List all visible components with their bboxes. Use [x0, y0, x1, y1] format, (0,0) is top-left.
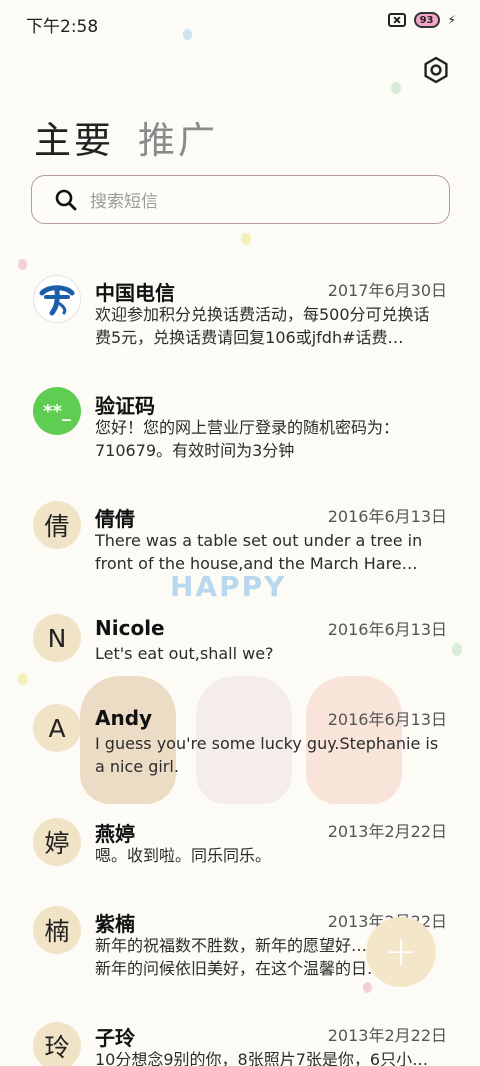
tab-bar: 主要 推广: [34, 110, 218, 164]
search-input[interactable]: 搜索短信: [31, 175, 450, 224]
no-sim-icon: [387, 13, 406, 27]
message-snippet: 新年的祝福数不胜数，新年的愿望好……新年的问候依旧美好，在这个温馨的日子里…: [95, 936, 384, 978]
tab-promotions[interactable]: 推广: [138, 110, 218, 164]
status-time: 下午2:58: [26, 17, 99, 37]
charging-icon: ⚡: [447, 13, 456, 27]
contact-name: 中国电信: [95, 281, 175, 305]
conversation-item[interactable]: 玲 子玲 2013年2月22日 10分想念9别的你，8张照片7张是你，6只小…: [0, 1014, 480, 1066]
compose-button[interactable]: +: [366, 917, 436, 987]
avatar-text: N: [47, 623, 67, 653]
conversation-item[interactable]: **_ 验证码 您好！您的网上营业厅登录的随机密码为：710679。有效时间为3…: [0, 368, 480, 481]
message-date: 2016年6月13日: [327, 620, 447, 639]
contact-name: 燕婷: [95, 822, 135, 846]
message-date: 2013年2月22日: [327, 822, 447, 841]
avatar-text: 玲: [44, 1033, 70, 1062]
message-snippet: 10分想念9别的你，8张照片7张是你，6只小…: [95, 1050, 429, 1066]
search-placeholder: 搜索短信: [90, 192, 158, 212]
tab-primary[interactable]: 主要: [34, 110, 114, 164]
avatar: N: [33, 614, 81, 662]
confetti-dot: [391, 82, 401, 94]
search-icon: [55, 189, 77, 210]
avatar: A: [33, 704, 81, 752]
plus-icon: +: [384, 929, 418, 975]
message-date: 2017年6月30日: [327, 281, 447, 300]
message-snippet: 嗯。收到啦。同乐同乐。: [95, 846, 272, 865]
avatar-text: 婷: [44, 829, 70, 858]
message-snippet: There was a table set out under a tree i…: [95, 531, 423, 573]
confetti-dot: [241, 233, 251, 245]
contact-name: 验证码: [95, 394, 155, 418]
avatar-text: 楠: [44, 917, 70, 946]
contact-name: Andy: [95, 706, 153, 730]
avatar-text: A: [48, 713, 66, 743]
message-date: 2016年6月13日: [327, 507, 447, 526]
message-snippet: Let's eat out,shall we?: [95, 644, 274, 663]
avatar: 楠: [33, 906, 81, 954]
status-bar: 下午2:58 93 ⚡: [0, 0, 480, 44]
contact-name: 紫楠: [95, 912, 135, 936]
avatar: 婷: [33, 818, 81, 866]
verification-code-icon: **_: [33, 387, 81, 435]
message-snippet: 欢迎参加积分兑换话费活动，每500分可兑换话费5元，兑换话费请回复106或jfd…: [95, 305, 430, 347]
china-telecom-logo-icon: [33, 275, 81, 323]
message-snippet: 您好！您的网上营业厅登录的随机密码为：710679。有效时间为3分钟: [95, 418, 400, 460]
conversation-item[interactable]: N Nicole 2016年6月13日 Let's eat out,shall …: [0, 594, 480, 684]
contact-name: Nicole: [95, 616, 165, 640]
messages-screen: 下午2:58 93 ⚡ 主要 推广 搜索短信 HAPPY 中国电信 2017年6…: [0, 0, 480, 1066]
avatar-text: **_: [43, 400, 71, 422]
message-date: 2016年6月13日: [327, 710, 447, 729]
avatar: 倩: [33, 501, 81, 549]
message-date: 2013年2月22日: [327, 1026, 447, 1045]
battery-level: 93: [419, 14, 434, 26]
settings-icon: [424, 56, 448, 84]
conversation-item[interactable]: 中国电信 2017年6月30日 欢迎参加积分兑换话费活动，每500分可兑换话费5…: [0, 258, 480, 368]
settings-button[interactable]: [420, 54, 452, 86]
avatar-text: 倩: [44, 512, 70, 541]
conversation-item[interactable]: A Andy 2016年6月13日 I guess you're some lu…: [0, 684, 480, 814]
conversation-item[interactable]: 倩 倩倩 2016年6月13日 There was a table set ou…: [0, 481, 480, 594]
contact-name: 倩倩: [95, 507, 135, 531]
contact-name: 子玲: [95, 1026, 135, 1050]
avatar: 玲: [33, 1022, 81, 1066]
message-snippet: I guess you're some lucky guy.Stephanie …: [95, 734, 439, 776]
battery-icon: 93: [413, 12, 440, 28]
status-icons: 93 ⚡: [387, 12, 456, 28]
conversation-item[interactable]: 婷 燕婷 2013年2月22日 嗯。收到啦。同乐同乐。: [0, 814, 480, 904]
